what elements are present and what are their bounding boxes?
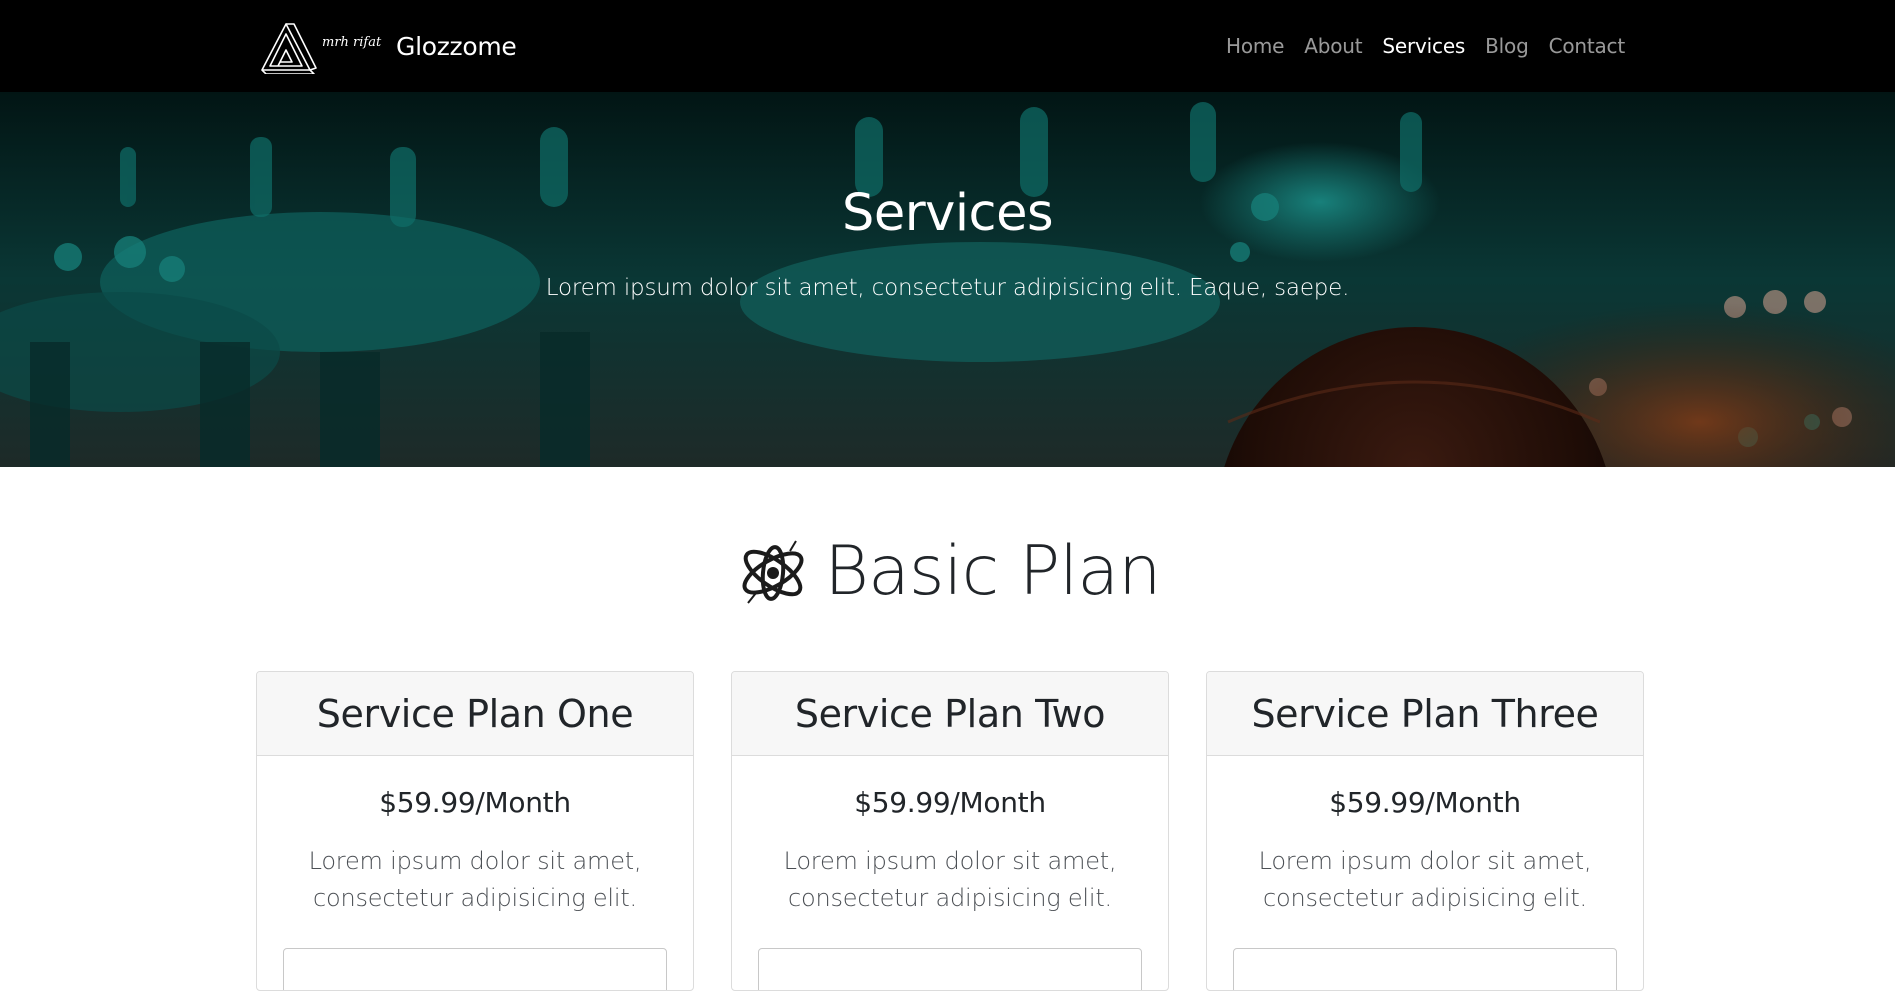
card-header: Service Plan Three bbox=[1207, 672, 1643, 756]
nav-link-blog[interactable]: Blog bbox=[1475, 32, 1538, 60]
card-text: Lorem ipsum dolor sit amet, consectetur … bbox=[783, 847, 1117, 912]
card-price: $59.99/Month bbox=[1329, 786, 1521, 819]
nav-link-home[interactable]: Home bbox=[1216, 32, 1294, 60]
brand-logo-text: mrh rifat bbox=[322, 35, 382, 50]
card-title: Service Plan One bbox=[316, 691, 634, 736]
card-button[interactable] bbox=[283, 948, 667, 990]
brand-name: Glozzome bbox=[396, 31, 517, 61]
card-button[interactable] bbox=[758, 948, 1142, 990]
nav-link-services[interactable]: Services bbox=[1372, 32, 1475, 60]
brand-logo-icon: mrh rifat bbox=[261, 23, 382, 74]
card-title: Service Plan Three bbox=[1251, 691, 1599, 736]
nav-link-contact[interactable]: Contact bbox=[1539, 32, 1635, 60]
card-button[interactable] bbox=[1233, 948, 1617, 990]
plan-cards: Service Plan One $59.99/Month Lorem ipsu… bbox=[256, 671, 1644, 991]
card-title: Service Plan Two bbox=[794, 691, 1106, 736]
card-price: $59.99/Month bbox=[854, 786, 1046, 819]
plan-card: Service Plan Two $59.99/Month Lorem ipsu… bbox=[731, 671, 1169, 991]
atom-logo-icon bbox=[742, 540, 804, 604]
plan-card: Service Plan Three $59.99/Month Lorem ip… bbox=[1206, 671, 1644, 991]
plan-heading-text: Basic Plan bbox=[824, 532, 1161, 611]
card-text: Lorem ipsum dolor sit amet, consectetur … bbox=[1258, 847, 1592, 912]
plan-card: Service Plan One $59.99/Month Lorem ipsu… bbox=[256, 671, 694, 991]
nav-link-about[interactable]: About bbox=[1294, 32, 1372, 60]
card-price: $59.99/Month bbox=[379, 786, 571, 819]
hero-section: Services Lorem ipsum dolor sit amet, con… bbox=[0, 92, 1895, 467]
plan-heading: Basic Plan bbox=[0, 532, 1895, 612]
card-header: Service Plan Two bbox=[732, 672, 1168, 756]
navbar: mrh rifat Glozzome Home About Services B… bbox=[0, 0, 1895, 92]
card-text: Lorem ipsum dolor sit amet, consectetur … bbox=[308, 847, 642, 912]
hero-subtitle: Lorem ipsum dolor sit amet, consectetur … bbox=[545, 275, 1350, 301]
card-header: Service Plan One bbox=[257, 672, 693, 756]
main-nav: Home About Services Blog Contact bbox=[1216, 32, 1635, 60]
brand-link[interactable]: mrh rifat Glozzome bbox=[258, 18, 517, 74]
hero-title: Services bbox=[841, 184, 1054, 243]
